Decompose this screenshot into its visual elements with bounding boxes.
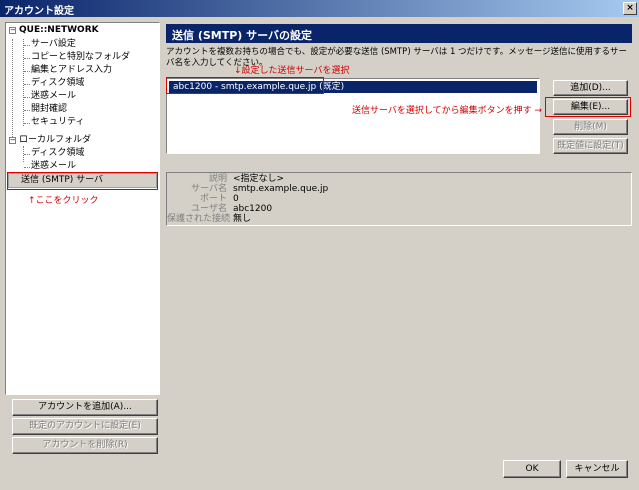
- account-tree[interactable]: − QUE::NETWORK サーバ設定 コピーと特別なフォルダ 編集とアドレス…: [5, 22, 160, 395]
- tree-item-receipts[interactable]: 開封確認: [31, 104, 67, 115]
- annotation-select-server: ↓設定した送信サーバを選択: [234, 66, 350, 76]
- highlight-server-row: [166, 77, 324, 94]
- tree-connector: [12, 39, 13, 139]
- ok-button[interactable]: OK: [503, 460, 561, 478]
- set-default-account-button[interactable]: 既定のアカウントに設定(E): [12, 418, 158, 435]
- title-bar: アカウント設定 ×: [0, 0, 639, 17]
- detail-value: smtp.example.que.jp: [233, 184, 329, 194]
- set-default-server-button[interactable]: 既定値に設定(T): [553, 138, 628, 154]
- tree-item-account[interactable]: QUE::NETWORK: [19, 25, 99, 36]
- highlight-smtp-item: [7, 172, 158, 190]
- tree-item-local-junk[interactable]: 迷惑メール: [31, 161, 76, 172]
- tree-item-local-folders[interactable]: ローカルフォルダ: [19, 135, 91, 146]
- highlight-edit-button: [545, 97, 631, 117]
- tree-item-disk-space[interactable]: ディスク領域: [31, 78, 84, 89]
- detail-value: 無し: [233, 214, 252, 224]
- collapse-toggle-icon[interactable]: −: [9, 27, 16, 34]
- add-server-button[interactable]: 追加(D)...: [553, 80, 628, 96]
- panel-title: 送信 (SMTP) サーバの設定: [166, 24, 632, 43]
- tree-item-composition[interactable]: 編集とアドレス入力: [31, 65, 112, 76]
- collapse-toggle-icon[interactable]: −: [9, 137, 16, 144]
- tree-connector: [23, 39, 24, 126]
- tree-item-junk[interactable]: 迷惑メール: [31, 91, 76, 102]
- remove-account-button[interactable]: アカウントを削除(R): [12, 437, 158, 454]
- tree-item-server-settings[interactable]: サーバ設定: [31, 39, 76, 50]
- add-account-button[interactable]: アカウントを追加(A)...: [12, 399, 158, 416]
- annotation-press-edit: 送信サーバを選択してから編集ボタンを押す →: [352, 106, 543, 116]
- close-button[interactable]: ×: [623, 2, 637, 15]
- detail-label: 保護された接続: [167, 214, 231, 224]
- tree-item-copies-folders[interactable]: コピーと特別なフォルダ: [31, 52, 130, 63]
- window-title: アカウント設定: [4, 6, 74, 17]
- server-details: 説明 <指定なし> サーバ名 smtp.example.que.jp ポート 0…: [166, 172, 632, 226]
- tree-item-security[interactable]: セキュリティ: [31, 117, 84, 128]
- annotation-click-here: ↑ここをクリック: [28, 196, 99, 206]
- tree-item-local-disk-space[interactable]: ディスク領域: [31, 148, 84, 159]
- delete-server-button[interactable]: 削除(M): [553, 119, 628, 135]
- cancel-button[interactable]: キャンセル: [566, 460, 628, 478]
